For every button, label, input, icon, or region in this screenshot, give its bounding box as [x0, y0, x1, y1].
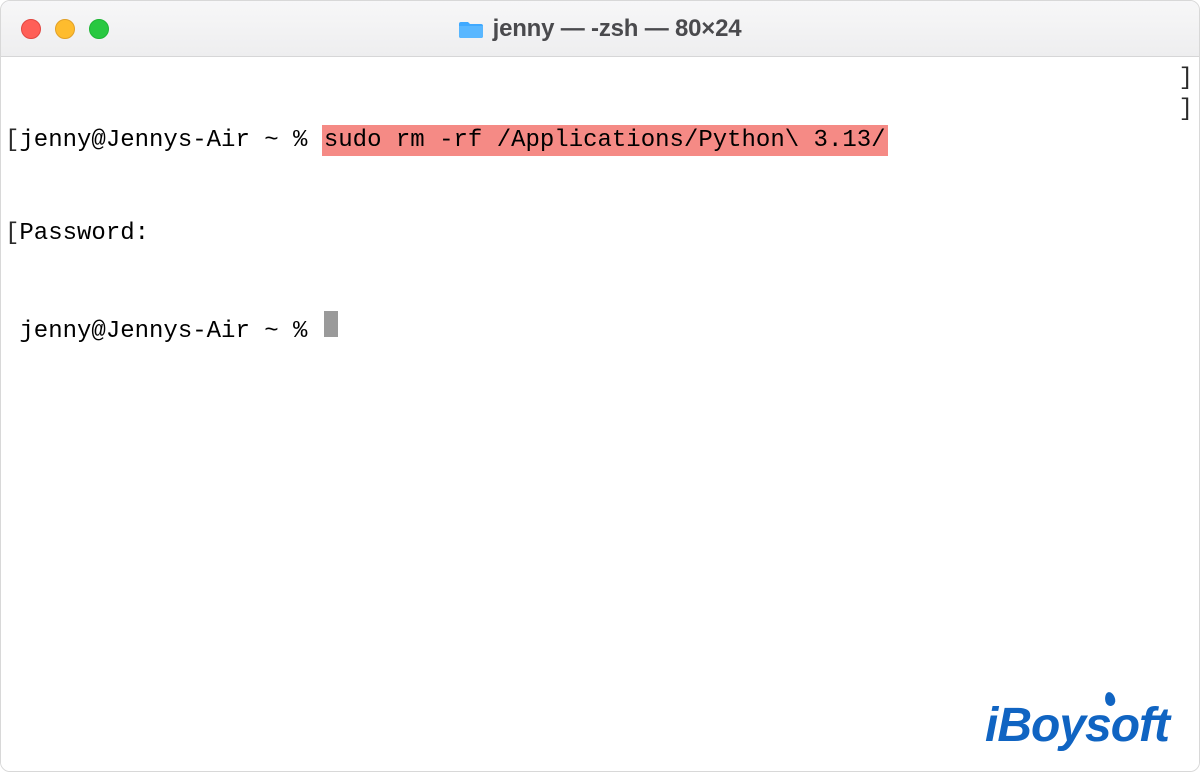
traffic-lights [21, 19, 109, 39]
command-highlight: sudo rm -rf /Applications/Python\ 3.13/ [322, 125, 888, 156]
password-prompt: Password: [19, 218, 149, 249]
shell-prompt: jenny@Jennys-Air ~ % [19, 125, 321, 156]
window-titlebar[interactable]: jenny — -zsh — 80×24 [1, 1, 1199, 57]
terminal-line-2: [Password: ] [5, 218, 1195, 249]
watermark-text: iBoysoft [985, 699, 1169, 752]
terminal-window: jenny — -zsh — 80×24 [jenny@Jennys-Air ~… [0, 0, 1200, 772]
minimize-button[interactable] [55, 19, 75, 39]
right-bracket: ] [1179, 63, 1193, 94]
terminal-line-3: jenny@Jennys-Air ~ % [5, 311, 1195, 347]
cursor-block-icon [324, 311, 338, 337]
left-bracket: [ [5, 125, 19, 156]
watermark-logo: iBoysoft [985, 698, 1169, 753]
left-bracket: [ [5, 218, 19, 249]
right-bracket: ] [1179, 94, 1193, 125]
folder-icon [459, 19, 483, 39]
shell-prompt: jenny@Jennys-Air ~ % [5, 316, 322, 347]
terminal-line-1: [jenny@Jennys-Air ~ % sudo rm -rf /Appli… [5, 125, 1195, 156]
terminal-content[interactable]: [jenny@Jennys-Air ~ % sudo rm -rf /Appli… [1, 57, 1199, 771]
window-title: jenny — -zsh — 80×24 [459, 15, 742, 43]
maximize-button[interactable] [89, 19, 109, 39]
close-button[interactable] [21, 19, 41, 39]
window-title-text: jenny — -zsh — 80×24 [493, 15, 742, 43]
